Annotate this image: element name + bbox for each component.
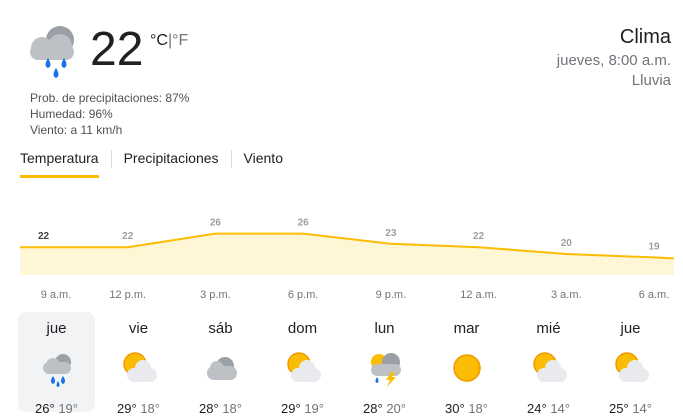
time-tick-label: 9 a.m. [41,289,72,300]
forecast-day[interactable]: vie 29° 18° [100,312,177,416]
wind-speed: Viento: a 11 km/h [30,123,123,137]
high-temperature: 29° [281,401,301,416]
low-temperature: 14° [632,401,652,416]
low-temperature: 18° [468,401,488,416]
low-temperature: 18° [222,401,242,416]
tab-temperature[interactable]: Temperatura [20,150,99,178]
high-temperature: 28° [363,401,383,416]
weather-condition: Lluvia [631,72,671,89]
day-temperatures: 28° 18° [182,401,259,416]
high-temperature: 28° [199,401,219,416]
tab-wind[interactable]: Viento [244,150,283,178]
forecast-day[interactable]: mar 30° 18° [428,312,505,416]
low-temperature: 20° [386,401,406,416]
weather-datetime: jueves, 8:00 a.m. [556,52,671,69]
day-temperatures: 26° 19° [18,401,95,416]
chart-tabs: Temperatura Precipitaciones Viento [20,150,295,178]
forecast-day[interactable]: lun 28° 20° [346,312,423,416]
forecast-day[interactable]: jue 25° 14° [592,312,669,416]
forecast-day[interactable]: mié 24° 14° [510,312,587,416]
high-temperature: 30° [445,401,465,416]
partly-cloudy-icon [532,352,567,382]
temperature-value-label: 22 [38,231,50,242]
day-temperatures: 29° 18° [100,401,177,416]
fahrenheit-toggle[interactable]: °F [172,32,188,49]
humidity: Humedad: 96% [30,107,113,121]
cloudy-icon [206,357,237,380]
day-name: jue [620,320,641,337]
tab-divider [110,150,112,168]
partly-cloudy-icon [614,352,649,382]
current-temperature: 22 [90,23,144,76]
forecast-day[interactable]: sáb 28° 18° [182,312,259,416]
time-tick-label: 6 a.m. [639,289,670,300]
sunny-icon [452,354,481,382]
low-temperature: 19° [58,401,78,416]
tab-precipitation[interactable]: Precipitaciones [124,150,219,178]
temperature-value-label: 22 [122,231,134,242]
temperature-value-label: 19 [648,241,660,252]
day-name: mié [536,320,561,337]
partly-cloudy-icon [286,352,321,382]
time-tick-label: 6 p.m. [288,289,319,300]
temperature-value-label: 20 [561,238,573,249]
day-temperatures: 28° 20° [346,401,423,416]
unit-toggle: °C|°F [150,32,188,50]
day-temperatures: 29° 19° [264,401,341,416]
time-tick-label: 12 p.m. [109,289,146,300]
high-temperature: 26° [35,401,55,416]
time-tick-label: 3 a.m. [551,289,582,300]
day-name: dom [287,320,318,337]
day-temperatures: 24° 14° [510,401,587,416]
precipitation-chance: Prob. de precipitaciones: 87% [30,91,190,105]
rain-cloud-icon [42,354,71,387]
temperature-value-label: 26 [298,218,310,229]
temperature-value-label: 22 [473,231,485,242]
rain-cloud-icon [30,26,74,78]
low-temperature: 14° [550,401,570,416]
tab-divider [230,150,232,168]
day-temperatures: 25° 14° [592,401,669,416]
day-name: jue [46,320,67,337]
forecast-day[interactable]: jue 26° 19° [18,312,95,416]
thunderstorm-icon [370,353,401,387]
celsius-toggle[interactable]: °C [150,32,168,49]
high-temperature: 29° [117,401,137,416]
day-name: sáb [208,320,233,337]
temperature-value-label: 26 [210,218,222,229]
time-tick-label: 12 a.m. [460,289,497,300]
temperature-chart: 22 9 a.m. 22 12 p.m. 26 3 p.m. 26 6 p.m. 23 9 p.m… [20,218,674,300]
temperature-value-label: 23 [385,228,397,239]
day-name: vie [128,320,149,337]
time-tick-label: 9 p.m. [376,289,407,300]
low-temperature: 19° [304,401,324,416]
high-temperature: 25° [609,401,629,416]
day-temperatures: 30° 18° [428,401,505,416]
weather-title: Clima [619,26,671,48]
forecast-day[interactable]: dom 29° 19° [264,312,341,416]
high-temperature: 24° [527,401,547,416]
time-tick-label: 3 p.m. [200,289,231,300]
low-temperature: 18° [140,401,160,416]
day-name: mar [453,320,480,337]
partly-cloudy-icon [122,352,157,382]
day-name: lun [374,320,395,337]
daily-forecast: jue 26° 19° vie 29° 18° sáb 28° 18° dom 29° 19°… [18,312,678,416]
